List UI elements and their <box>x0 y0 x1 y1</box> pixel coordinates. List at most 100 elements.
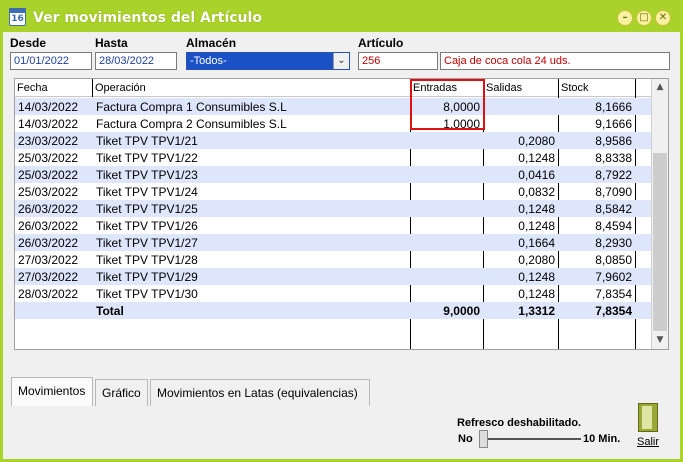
table-row[interactable]: 27/03/2022 Tiket TPV TPV1/29 0,1248 7,9602 <box>15 268 651 285</box>
close-button[interactable]: ✕ <box>655 10 671 26</box>
cell-stock: 9,1666 <box>595 117 632 131</box>
cell-fecha: 23/03/2022 <box>18 134 79 148</box>
refresh-min-label: No <box>458 433 473 445</box>
table-row[interactable]: 26/03/2022 Tiket TPV TPV1/26 0,1248 8,4594 <box>15 217 651 234</box>
scroll-thumb[interactable] <box>653 153 667 331</box>
col-operacion[interactable]: Operación <box>93 79 411 97</box>
cell-entradas <box>411 149 483 166</box>
cell-operacion: Tiket TPV TPV1/29 <box>96 270 198 284</box>
cell-fecha: 25/03/2022 <box>18 185 79 199</box>
cell-operacion: Tiket TPV TPV1/26 <box>96 219 198 233</box>
total-salidas: 1,3312 <box>518 304 555 318</box>
cell-salidas: 0,2080 <box>518 134 555 148</box>
scroll-up-icon[interactable]: ▲ <box>652 79 668 96</box>
cell-stock: 8,8338 <box>595 151 632 165</box>
cell-entradas <box>411 200 483 217</box>
cell-stock: 8,7922 <box>595 168 632 182</box>
almacen-label: Almacén <box>186 36 237 50</box>
movements-table: Fecha Operación Entradas Salidas Stock 1… <box>14 78 669 350</box>
cell-salidas: 0,2080 <box>518 253 555 267</box>
cell-stock: 8,1666 <box>595 100 632 114</box>
cell-entradas <box>411 217 483 234</box>
col-stock[interactable]: Stock <box>559 79 636 97</box>
cell-entradas <box>411 268 483 285</box>
cell-entradas <box>411 166 483 183</box>
movimientos-window: 16 Ver movimientos del Artículo – □ ✕ De… <box>0 0 683 462</box>
cell-operacion: Tiket TPV TPV1/28 <box>96 253 198 267</box>
cell-fecha: 27/03/2022 <box>18 253 79 267</box>
cell-operacion: Tiket TPV TPV1/21 <box>96 134 198 148</box>
close-icon: ✕ <box>658 12 668 23</box>
desde-input[interactable]: 01/01/2022 <box>10 52 92 70</box>
cell-entradas <box>411 183 483 200</box>
table-row[interactable]: 27/03/2022 Tiket TPV TPV1/28 0,2080 8,0850 <box>15 251 651 268</box>
articulo-label: Artículo <box>358 36 404 50</box>
articulo-code-input[interactable]: 256 <box>358 52 438 70</box>
total-label: Total <box>96 304 124 318</box>
cell-stock: 8,9586 <box>595 134 632 148</box>
cell-entradas <box>411 234 483 251</box>
window-title: Ver movimientos del Artículo <box>33 10 262 26</box>
total-row: Total 9,0000 1,3312 7,8354 <box>15 302 651 319</box>
col-entradas[interactable]: Entradas <box>411 79 484 97</box>
cell-salidas: 0,1248 <box>518 219 555 233</box>
maximize-button[interactable]: □ <box>636 10 652 26</box>
table-row[interactable]: 28/03/2022 Tiket TPV TPV1/30 0,1248 7,8354 <box>15 285 651 302</box>
cell-salidas <box>484 115 558 132</box>
table-row[interactable]: 14/03/2022 Factura Compra 1 Consumibles S… <box>15 98 651 115</box>
tab-grafico[interactable]: Gráfico <box>95 379 148 406</box>
tab-movimientos-latas[interactable]: Movimientos en Latas (equivalencias) <box>150 379 370 406</box>
minimize-icon: – <box>622 12 628 23</box>
cell-stock: 8,7090 <box>595 185 632 199</box>
chevron-down-icon[interactable]: ⌄ <box>333 53 349 69</box>
desde-label: Desde <box>10 36 47 50</box>
hasta-input[interactable]: 28/03/2022 <box>95 52 177 70</box>
maximize-icon: □ <box>639 12 649 23</box>
col-fecha[interactable]: Fecha <box>15 79 93 97</box>
cell-entradas <box>411 251 483 268</box>
table-row[interactable]: 25/03/2022 Tiket TPV TPV1/24 0,0832 8,7090 <box>15 183 651 200</box>
cell-fecha: 14/03/2022 <box>18 100 79 114</box>
exit-button[interactable]: Salir <box>633 401 663 449</box>
cell-operacion: Tiket TPV TPV1/24 <box>96 185 198 199</box>
cell-stock: 8,0850 <box>595 253 632 267</box>
table-row[interactable]: 26/03/2022 Tiket TPV TPV1/27 0,1664 8,2930 <box>15 234 651 251</box>
table-row[interactable]: 26/03/2022 Tiket TPV TPV1/25 0,1248 8,5842 <box>15 200 651 217</box>
cell-stock: 8,2930 <box>595 236 632 250</box>
cell-salidas <box>484 98 558 115</box>
almacen-select[interactable]: -Todos- ⌄ <box>186 52 350 70</box>
hasta-label: Hasta <box>95 36 128 50</box>
cell-entradas <box>411 285 483 302</box>
title-bar[interactable]: 16 Ver movimientos del Artículo – □ ✕ <box>3 3 680 32</box>
cell-fecha: 25/03/2022 <box>18 168 79 182</box>
cell-fecha: 14/03/2022 <box>18 117 79 131</box>
scroll-down-icon[interactable]: ▼ <box>652 332 668 349</box>
refresh-slider-track[interactable] <box>481 438 581 440</box>
cell-fecha: 28/03/2022 <box>18 287 79 301</box>
table-row[interactable]: 25/03/2022 Tiket TPV TPV1/23 0,0416 8,7922 <box>15 166 651 183</box>
cell-entradas <box>411 132 483 149</box>
cell-stock: 8,5842 <box>595 202 632 216</box>
cell-stock: 7,8354 <box>595 287 632 301</box>
cell-fecha: 27/03/2022 <box>18 270 79 284</box>
cell-operacion: Factura Compra 1 Consumibles S.L <box>96 100 287 114</box>
minimize-button[interactable]: – <box>617 10 633 26</box>
cell-fecha: 25/03/2022 <box>18 151 79 165</box>
cell-operacion: Factura Compra 2 Consumibles S.L <box>96 117 287 131</box>
door-icon <box>638 403 658 432</box>
cell-salidas: 0,1248 <box>518 287 555 301</box>
refresh-slider-thumb[interactable] <box>479 430 488 448</box>
tab-movimientos[interactable]: Movimientos <box>11 377 93 406</box>
refresh-max-label: 10 Min. <box>583 433 621 445</box>
exit-label: Salir <box>637 436 660 448</box>
cell-operacion: Tiket TPV TPV1/27 <box>96 236 198 250</box>
table-header: Fecha Operación Entradas Salidas Stock <box>15 79 651 97</box>
table-row[interactable]: 25/03/2022 Tiket TPV TPV1/22 0,1248 8,8338 <box>15 149 651 166</box>
cell-fecha: 26/03/2022 <box>18 219 79 233</box>
table-row[interactable]: 14/03/2022 Factura Compra 2 Consumibles S… <box>15 115 651 132</box>
col-salidas[interactable]: Salidas <box>484 79 559 97</box>
vertical-scrollbar[interactable]: ▲ ▼ <box>651 79 668 349</box>
cell-entradas: 8,0000 <box>443 100 480 114</box>
cell-fecha: 26/03/2022 <box>18 236 79 250</box>
table-row[interactable]: 23/03/2022 Tiket TPV TPV1/21 0,2080 8,9586 <box>15 132 651 149</box>
